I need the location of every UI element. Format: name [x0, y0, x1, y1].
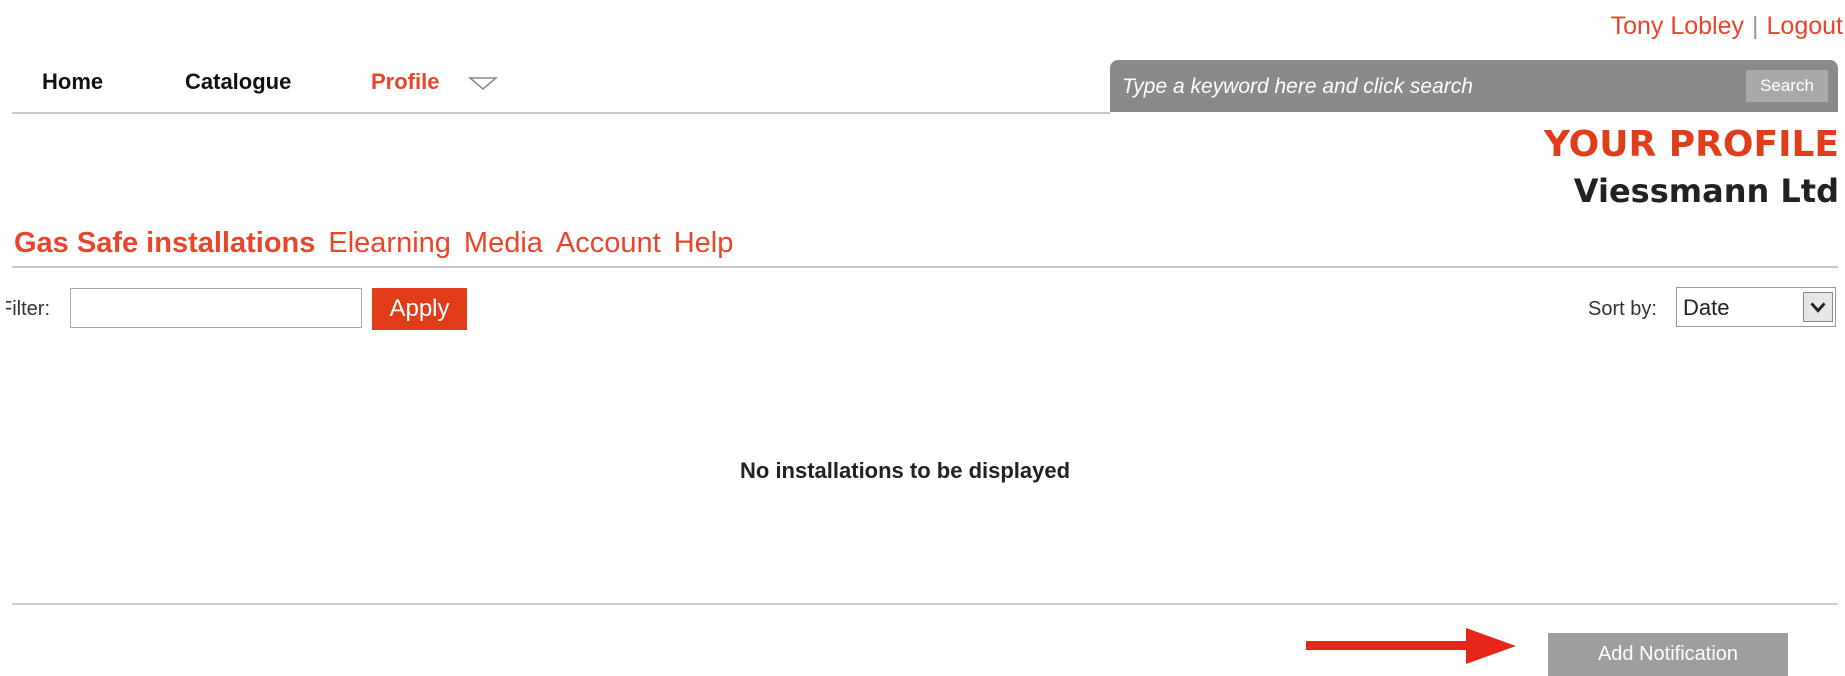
user-bar-separator: |: [1752, 12, 1759, 40]
sort-label: Sort by:: [1588, 298, 1657, 320]
apply-button[interactable]: Apply: [372, 288, 467, 330]
profile-subnav: Gas Safe installations Elearning Media Acco…: [14, 227, 746, 260]
footer-divider: [12, 603, 1838, 605]
tab-help[interactable]: Help: [674, 227, 734, 259]
nav-item-catalogue[interactable]: Catalogue: [185, 69, 291, 95]
search-button[interactable]: Search: [1746, 70, 1828, 102]
sort-selected-value: Date: [1683, 295, 1730, 320]
empty-state-message: No installations to be displayed: [740, 458, 1071, 483]
tab-media[interactable]: Media: [464, 227, 543, 259]
tab-gas-safe-installations[interactable]: Gas Safe installations: [14, 227, 315, 259]
red-arrow-annotation: [1306, 628, 1516, 664]
filter-label: Filter:: [0, 298, 50, 320]
nav-divider: [12, 112, 1110, 114]
user-name-link[interactable]: Tony Lobley: [1611, 12, 1744, 40]
search-bar: Search: [1110, 60, 1838, 112]
search-input[interactable]: [1120, 70, 1614, 104]
dropdown-arrow-icon[interactable]: [1803, 292, 1833, 322]
page-title: YOUR PROFILE: [1543, 124, 1839, 165]
nav-item-home[interactable]: Home: [42, 69, 103, 95]
tab-account[interactable]: Account: [556, 227, 661, 259]
add-notification-button[interactable]: Add Notification: [1548, 633, 1788, 676]
user-bar: Tony Lobley | Logout: [1611, 12, 1843, 41]
subnav-divider: [12, 266, 1838, 268]
tab-elearning[interactable]: Elearning: [328, 227, 451, 259]
chevron-down-icon[interactable]: [468, 75, 498, 91]
filter-input[interactable]: [70, 288, 362, 328]
logout-link[interactable]: Logout: [1767, 12, 1843, 40]
nav-item-profile[interactable]: Profile: [371, 69, 439, 95]
company-name: Viessmann Ltd: [1573, 172, 1839, 210]
sort-select[interactable]: Date: [1676, 287, 1836, 327]
